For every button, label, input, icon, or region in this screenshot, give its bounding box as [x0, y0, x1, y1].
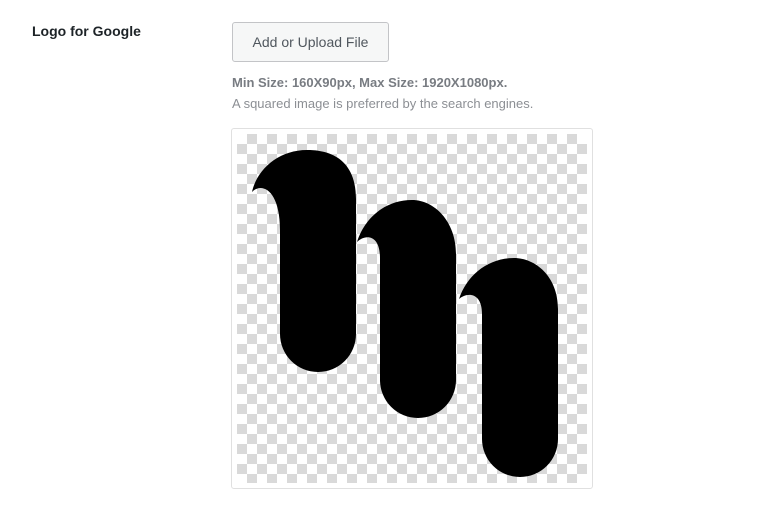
- size-hint: Min Size: 160X90px, Max Size: 1920X1080p…: [232, 75, 508, 90]
- logo-preview: [231, 128, 593, 489]
- wave-logo-icon: [252, 150, 558, 477]
- add-or-upload-file-button[interactable]: Add or Upload File: [232, 22, 389, 62]
- preference-hint: A squared image is preferred by the sear…: [232, 96, 534, 111]
- transparency-checkerboard: [237, 134, 587, 483]
- field-label: Logo for Google: [32, 23, 141, 39]
